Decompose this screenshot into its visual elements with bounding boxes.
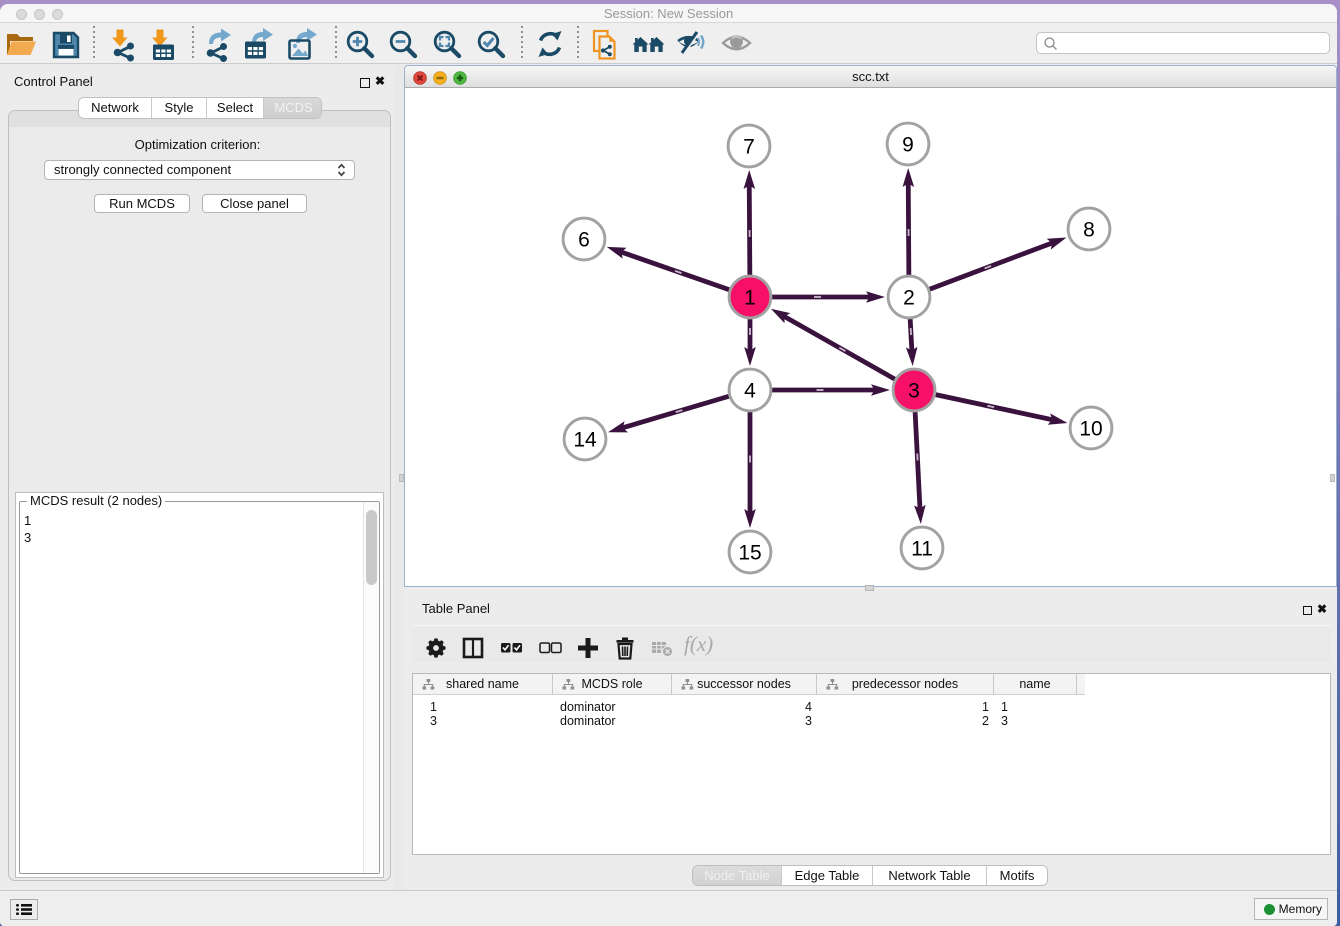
svg-text:9: 9	[902, 133, 914, 156]
svg-text:14: 14	[573, 428, 597, 451]
svg-text:8: 8	[1083, 218, 1095, 241]
svg-text:1: 1	[744, 286, 756, 309]
svg-text:10: 10	[1079, 417, 1102, 440]
svg-text:15: 15	[738, 541, 761, 564]
svg-text:3: 3	[908, 379, 920, 402]
svg-text:6: 6	[578, 228, 590, 251]
svg-text:2: 2	[903, 286, 915, 309]
svg-text:4: 4	[744, 379, 756, 402]
svg-text:11: 11	[911, 537, 933, 560]
svg-text:7: 7	[743, 135, 755, 158]
